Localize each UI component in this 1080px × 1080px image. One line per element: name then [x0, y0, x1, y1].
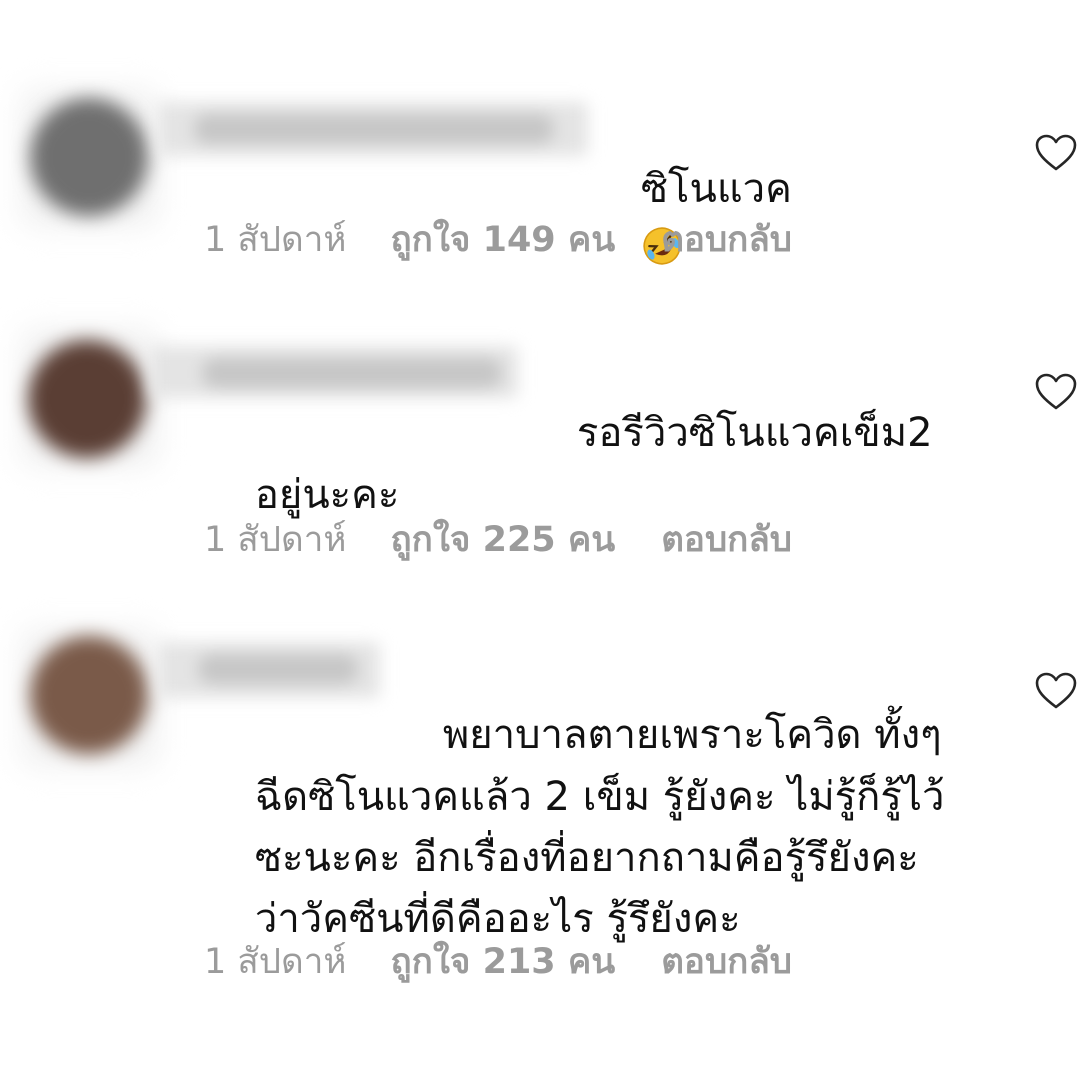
avatar[interactable] — [30, 636, 148, 754]
like-count[interactable]: ถูกใจ 213 คน — [390, 942, 615, 982]
comment-3: พยาบาลตายเพราะโควิด ทั้งๆ ฉีดซิโนแวคแล้ว… — [0, 0, 1080, 1080]
comment-meta: 1 สัปดาห์ ถูกใจ 213 คน ตอบกลับ — [204, 934, 792, 989]
reply-button[interactable]: ตอบกลับ — [661, 942, 792, 982]
like-heart-icon[interactable] — [1034, 671, 1078, 711]
comment-time: 1 สัปดาห์ — [204, 942, 347, 982]
username-blurred[interactable] — [158, 642, 380, 698]
